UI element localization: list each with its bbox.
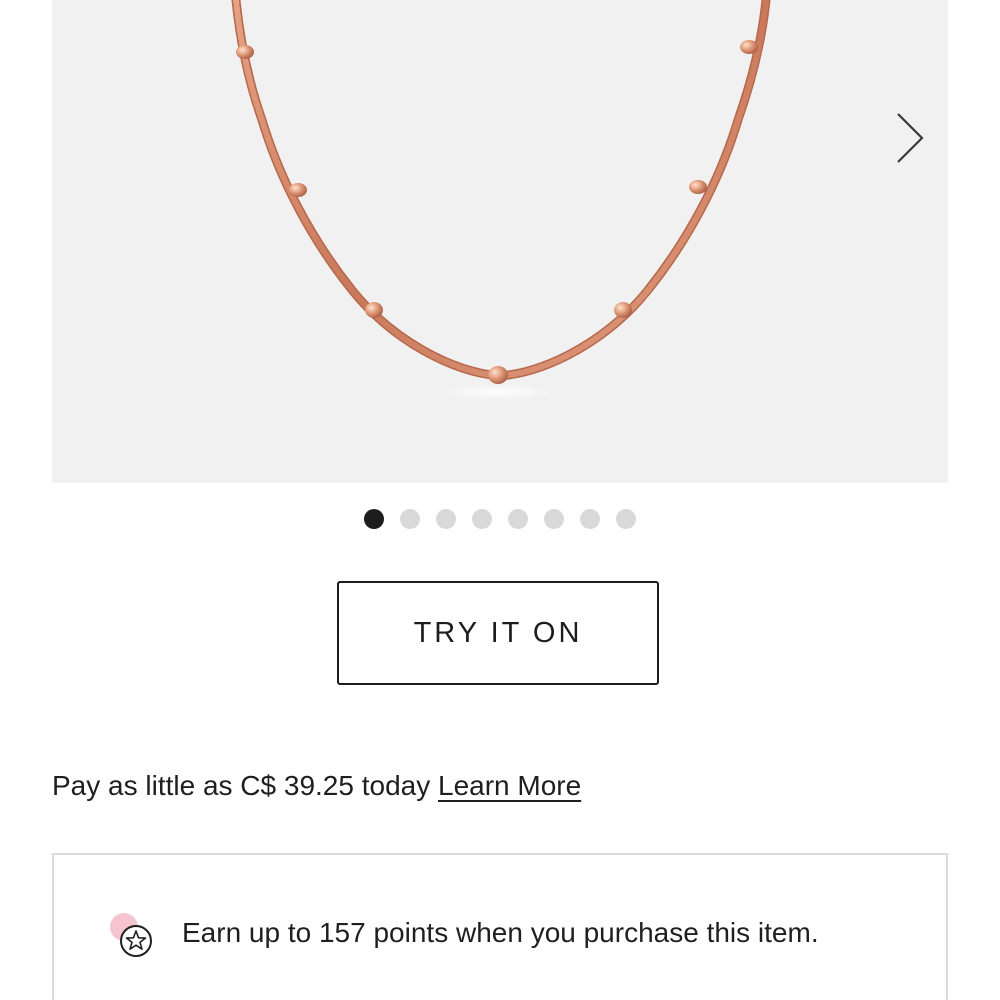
product-image	[231, 0, 771, 400]
carousel-dot-8[interactable]	[616, 509, 636, 529]
chevron-right-icon[interactable]	[888, 108, 928, 168]
carousel-dot-3[interactable]	[436, 509, 456, 529]
carousel-dot-6[interactable]	[544, 509, 564, 529]
carousel-dot-1[interactable]	[364, 509, 384, 529]
bead-group	[236, 40, 758, 384]
carousel-dot-7[interactable]	[580, 509, 600, 529]
product-page: TRY IT ON Pay as little as C$ 39.25 toda…	[0, 0, 1000, 1000]
learn-more-link[interactable]: Learn More	[438, 770, 581, 801]
try-it-on-label: TRY IT ON	[413, 616, 583, 649]
rewards-box: Earn up to 157 points when you purchase …	[52, 853, 948, 1000]
payment-info: Pay as little as C$ 39.25 today Learn Mo…	[52, 770, 581, 802]
carousel-dots	[364, 509, 636, 529]
carousel-dot-2[interactable]	[400, 509, 420, 529]
star-badge-icon	[110, 913, 152, 957]
product-image-gallery[interactable]	[52, 0, 948, 483]
carousel-dot-5[interactable]	[508, 509, 528, 529]
payment-text: Pay as little as C$ 39.25 today	[52, 770, 431, 801]
carousel-dot-4[interactable]	[472, 509, 492, 529]
rewards-text: Earn up to 157 points when you purchase …	[182, 917, 819, 948]
try-it-on-button[interactable]: TRY IT ON	[337, 581, 659, 685]
